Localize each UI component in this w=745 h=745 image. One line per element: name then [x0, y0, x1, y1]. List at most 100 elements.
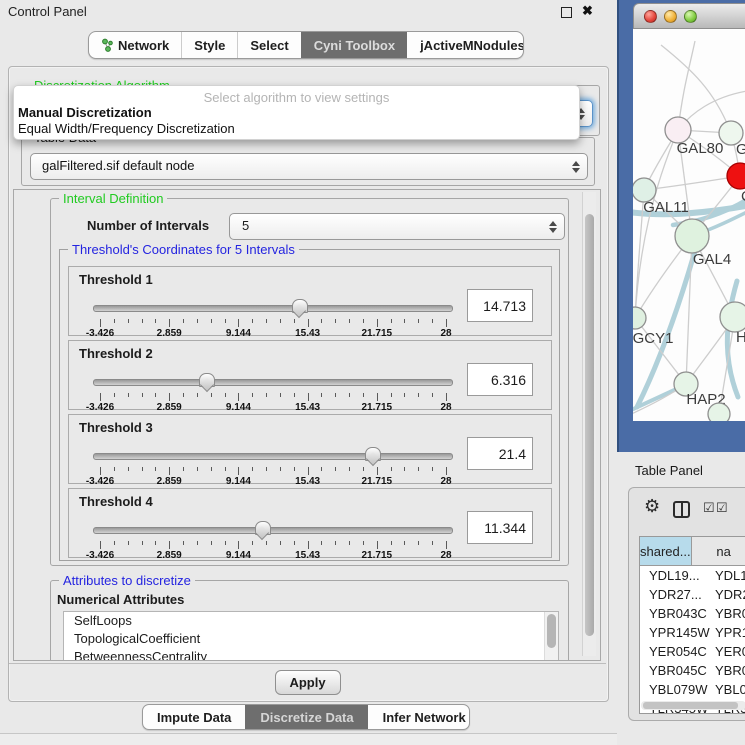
tick-label: 21.715	[362, 550, 393, 561]
algorithm-option-manual-discretization[interactable]: Manual Discretization	[18, 105, 152, 120]
table-horizontal-scrollbar[interactable]	[641, 701, 745, 710]
threshold-3-value-field[interactable]: 21.4	[467, 437, 533, 470]
numerical-attributes-list[interactable]: SelfLoopsTopologicalCoefficientBetweenne…	[63, 611, 559, 661]
network-node-h[interactable]	[720, 302, 745, 332]
float-window-icon[interactable]	[561, 7, 572, 18]
attribute-item-selfloops[interactable]: SelfLoops	[64, 612, 558, 630]
tick-mark	[100, 319, 101, 327]
close-icon[interactable]: ✖	[582, 3, 593, 19]
slider-thumb[interactable]	[255, 521, 271, 535]
cell-shared-name[interactable]: YBR045C	[640, 661, 707, 680]
table-row[interactable]: YDR27...YDR2	[640, 585, 745, 604]
threshold-1-value-field[interactable]: 14.713	[467, 289, 533, 322]
zoom-traffic-light-icon[interactable]	[684, 10, 697, 23]
table-data-combobox[interactable]: galFiltered.sif default node	[30, 153, 588, 180]
slider-thumb[interactable]	[365, 447, 381, 461]
tick-mark	[142, 541, 143, 545]
network-node[interactable]	[708, 403, 730, 421]
slider-tick-labels: -3.4262.8599.14415.4321.71528	[100, 328, 446, 340]
tab-style[interactable]: Style	[181, 32, 237, 58]
network-node-label: GAL11	[643, 199, 689, 216]
cell-shared-name[interactable]: YBR043C	[640, 604, 707, 623]
table-row[interactable]: YPR145WYPR1	[640, 623, 745, 642]
column-header-shared-name[interactable]: shared...	[640, 537, 692, 565]
number-of-intervals-label: Number of Intervals	[87, 218, 209, 233]
threshold-4-label: Threshold 4	[79, 494, 153, 509]
cell-name[interactable]: YBR0	[707, 661, 745, 680]
threshold-1-label: Threshold 1	[79, 272, 153, 287]
cell-shared-name[interactable]: YDL19...	[640, 566, 707, 585]
tab-label: Cyni Toolbox	[314, 38, 395, 53]
tab-jactivemnodules[interactable]: jActiveMNodules	[407, 32, 524, 58]
tick-mark	[238, 393, 239, 401]
tick-label: -3.426	[86, 328, 114, 339]
tick-mark	[294, 467, 295, 471]
tick-label: 9.144	[226, 328, 251, 339]
attribute-item-betweennesscentrality[interactable]: BetweennessCentrality	[64, 648, 558, 661]
list-scrollbar[interactable]	[544, 612, 558, 660]
cell-name[interactable]: YBR0	[707, 604, 745, 623]
close-traffic-light-icon[interactable]	[644, 10, 657, 23]
list-scrollbar-thumb[interactable]	[547, 614, 556, 648]
checkbox-icon[interactable]: ☑	[703, 501, 715, 514]
apply-button[interactable]: Apply	[275, 670, 341, 695]
tick-mark	[142, 467, 143, 471]
threshold-1-slider[interactable]: -3.4262.8599.14415.4321.71528	[93, 299, 453, 333]
tab-impute-data[interactable]: Impute Data	[143, 705, 245, 729]
tab-discretize-data[interactable]: Discretize Data	[245, 705, 367, 729]
tick-label: 2.859	[157, 328, 182, 339]
attribute-item-topologicalcoefficient[interactable]: TopologicalCoefficient	[64, 630, 558, 648]
checkbox-icon[interactable]: ☑	[716, 501, 728, 514]
tick-mark	[238, 541, 239, 549]
cell-shared-name[interactable]: YBL079W	[640, 680, 707, 699]
tick-mark	[377, 393, 378, 401]
column-header-name[interactable]: na	[692, 537, 745, 565]
tick-mark	[155, 467, 156, 471]
minimize-traffic-light-icon[interactable]	[664, 10, 677, 23]
tick-mark	[252, 467, 253, 471]
tab-cyni-toolbox[interactable]: Cyni Toolbox	[301, 32, 407, 58]
network-node-label: GAL4	[693, 251, 731, 268]
panel-scrollbar-thumb[interactable]	[585, 214, 594, 636]
cell-name[interactable]: YBL0	[707, 680, 745, 699]
algorithm-option-equal-width-frequency-discretization[interactable]: Equal Width/Frequency Discretization	[18, 121, 235, 136]
tick-mark	[349, 319, 350, 323]
threshold-3-slider[interactable]: -3.4262.8599.14415.4321.71528	[93, 447, 453, 481]
tick-mark	[418, 393, 419, 397]
slider-thumb[interactable]	[199, 373, 215, 387]
tab-infer-network[interactable]: Infer Network	[368, 705, 470, 729]
tick-mark	[169, 319, 170, 327]
network-node-gal4[interactable]	[675, 219, 709, 253]
cell-name[interactable]: YPR1	[707, 623, 745, 642]
table-row[interactable]: YBR045CYBR0	[640, 661, 745, 680]
table-row[interactable]: YER054CYER0	[640, 642, 745, 661]
table-row[interactable]: YBR043CYBR0	[640, 604, 745, 623]
tick-mark	[391, 393, 392, 397]
cell-shared-name[interactable]: YDR27...	[640, 585, 707, 604]
table-scrollbar-thumb[interactable]	[643, 702, 738, 709]
threshold-4-slider[interactable]: -3.4262.8599.14415.4321.71528	[93, 521, 453, 555]
network-canvas[interactable]: GAL80GCGAL11GAL4GCY1HHAP2	[633, 29, 745, 421]
gear-icon[interactable]: ⚙	[644, 497, 660, 515]
tick-label: 28	[440, 476, 451, 487]
threshold-2-value-field[interactable]: 6.316	[467, 363, 533, 396]
tick-label: 21.715	[362, 328, 393, 339]
tab-select[interactable]: Select	[237, 32, 300, 58]
cell-name[interactable]: YDL1	[707, 566, 745, 585]
cell-shared-name[interactable]: YPR145W	[640, 623, 707, 642]
split-columns-icon[interactable]	[673, 501, 690, 518]
threshold-2-slider[interactable]: -3.4262.8599.14415.4321.71528	[93, 373, 453, 407]
slider-thumb[interactable]	[292, 299, 308, 313]
table-row[interactable]: YDL19...YDL1	[640, 566, 745, 585]
threshold-4-value-field[interactable]: 11.344	[467, 511, 533, 544]
cell-name[interactable]: YDR2	[707, 585, 745, 604]
number-of-intervals-spinner[interactable]: 5	[229, 213, 565, 240]
panel-scrollbar[interactable]	[582, 192, 596, 656]
cell-shared-name[interactable]: YER054C	[640, 642, 707, 661]
cell-name[interactable]: YER0	[707, 642, 745, 661]
table-row[interactable]: YBL079WYBL0	[640, 680, 745, 699]
tab-network[interactable]: Network	[89, 32, 181, 58]
network-node-gcy1[interactable]	[633, 307, 646, 329]
tick-mark	[100, 541, 101, 549]
network-window-titlebar[interactable]	[633, 3, 745, 29]
